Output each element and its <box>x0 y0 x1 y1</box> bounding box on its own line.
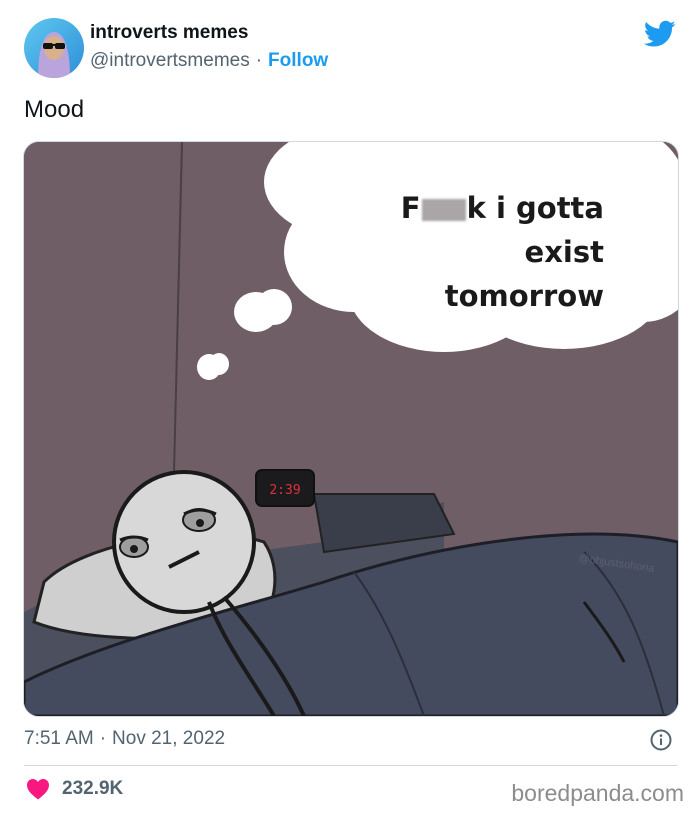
timestamp-separator: · <box>99 728 107 749</box>
thought-line-2: tomorrow <box>444 279 604 313</box>
clock-digits: 2:39 <box>269 483 300 498</box>
display-name[interactable]: introverts memes <box>90 22 248 44</box>
heart-icon <box>27 779 49 800</box>
tweet-time[interactable]: 7:51 AM <box>24 728 94 749</box>
censor-blur <box>421 199 466 221</box>
twitter-bird-icon[interactable] <box>643 20 676 48</box>
avatar[interactable] <box>24 18 84 78</box>
thought-bubble-text: Fk i gotta exist tomorrow <box>324 186 604 318</box>
tweet-text: Mood <box>24 96 85 123</box>
handle[interactable]: @introvertsmemes <box>90 50 250 71</box>
like-count: 232.9K <box>62 778 124 799</box>
meme-image[interactable]: 2:39 @ohjustsohoria Fk i gotta exist tom… <box>23 141 679 717</box>
tweet-date[interactable]: Nov 21, 2022 <box>112 728 225 749</box>
thought-line-1: Fk i gotta exist <box>400 191 604 269</box>
follow-button[interactable]: Follow <box>268 50 328 71</box>
like-button[interactable]: 232.9K <box>26 778 123 800</box>
tweet-card: introverts memes @introvertsmemes · Follow… <box>0 0 700 817</box>
info-icon[interactable] <box>650 729 672 751</box>
separator-dot: · <box>255 50 263 71</box>
watermark: boredpanda.com <box>511 780 684 806</box>
handle-row: @introvertsmemes · Follow <box>90 50 328 72</box>
divider <box>24 765 677 766</box>
timestamp: 7:51 AM · Nov 21, 2022 <box>24 728 225 750</box>
